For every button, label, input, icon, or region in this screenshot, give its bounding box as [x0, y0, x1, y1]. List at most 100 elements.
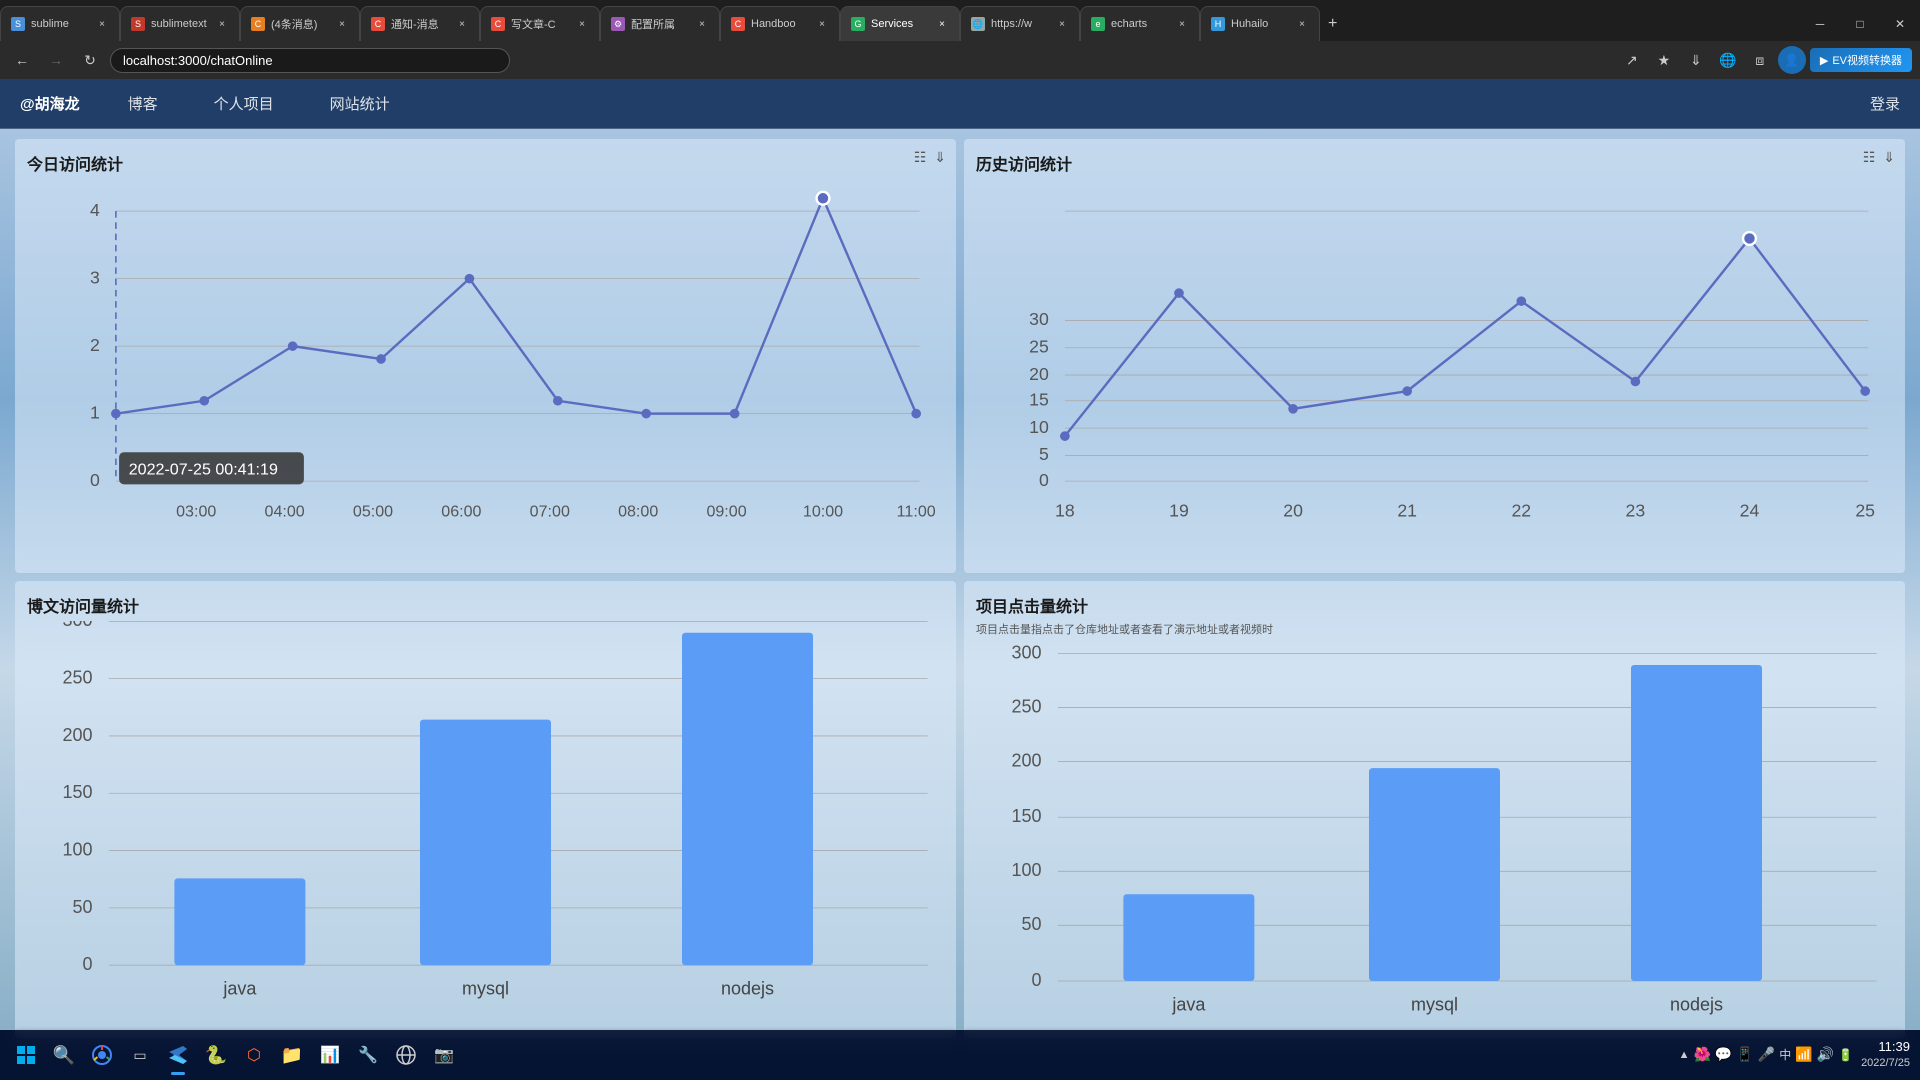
svg-text:300: 300 — [1011, 645, 1041, 662]
tab-1[interactable]: S sublime × — [0, 6, 120, 41]
nav-blog[interactable]: 博客 — [120, 89, 166, 118]
svg-text:100: 100 — [62, 839, 92, 859]
download-icon[interactable]: ⇓ — [1682, 46, 1710, 74]
svg-text:2022-07-25 00:41:19: 2022-07-25 00:41:19 — [129, 461, 278, 479]
svg-text:mysql: mysql — [462, 978, 509, 998]
chrome-taskbar-button[interactable] — [86, 1039, 118, 1071]
tab-8-services[interactable]: G Services × — [840, 6, 960, 41]
svg-text:04:00: 04:00 — [265, 502, 305, 520]
tray-arrow[interactable]: ▲ — [1679, 1049, 1690, 1061]
download-icon-today[interactable]: ⇓ — [934, 149, 946, 166]
taskbar: 🔍 ▭ 🐍 ⬡ 📁 📊 🔧 📷 ▲ 🌺 💬 — [0, 1030, 1920, 1080]
svg-text:24: 24 — [1740, 500, 1760, 520]
user-icon[interactable]: 👤 — [1778, 46, 1806, 74]
svg-text:11:00: 11:00 — [897, 502, 936, 520]
tab-11[interactable]: H Huhailo × — [1200, 6, 1320, 41]
browser-icon[interactable]: 🌐 — [1714, 46, 1742, 74]
svg-text:0: 0 — [1031, 970, 1041, 990]
search-taskbar-button[interactable]: 🔍 — [48, 1039, 80, 1071]
tray-icon-3: 📱 — [1736, 1046, 1753, 1063]
svg-text:05:00: 05:00 — [353, 502, 393, 520]
new-tab-button[interactable]: + — [1320, 6, 1345, 41]
svg-text:0: 0 — [82, 954, 92, 974]
camera-taskbar-button[interactable]: 📷 — [428, 1039, 460, 1071]
toolbar-right: ↗ ★ ⇓ 🌐 ⧈ 👤 ▶ EV视频转换器 — [1618, 46, 1912, 74]
today-visits-title: 今日访问统计 — [27, 151, 944, 175]
explorer-taskbar-button[interactable]: 📁 — [276, 1039, 308, 1071]
share-icon[interactable]: ↗ — [1618, 46, 1646, 74]
pycharm-taskbar-button[interactable]: 🐍 — [200, 1039, 232, 1071]
svg-text:java: java — [222, 978, 257, 998]
close-button[interactable]: ✕ — [1880, 6, 1920, 41]
nav-stats[interactable]: 网站统计 — [322, 89, 398, 118]
svg-text:18: 18 — [1055, 500, 1075, 520]
network-icon[interactable]: 📶 — [1795, 1046, 1812, 1063]
svg-text:09:00: 09:00 — [706, 502, 746, 520]
svg-text:20: 20 — [1029, 364, 1049, 384]
ev-converter-button[interactable]: ▶ EV视频转换器 — [1810, 48, 1912, 72]
svg-text:50: 50 — [1021, 914, 1041, 934]
date-display: 2022/7/25 — [1861, 1056, 1910, 1071]
browser-chrome: S sublime × S sublimetext × C (4条消息) × C… — [0, 0, 1920, 79]
tab-9[interactable]: 🌐 https://w × — [960, 6, 1080, 41]
nav-projects[interactable]: 个人项目 — [206, 89, 282, 118]
tab-bar: S sublime × S sublimetext × C (4条消息) × C… — [0, 0, 1920, 41]
tab-6[interactable]: ⚙ 配置所属 × — [600, 6, 720, 41]
chart-icons-history: ☷ ⇓ — [1863, 149, 1895, 166]
project-clicks-chart: 0 50 100 150 200 250 300 java mysql node… — [976, 645, 1893, 1039]
tab-10[interactable]: e echarts × — [1080, 6, 1200, 41]
project-clicks-subtitle: 项目点击量指点击了仓库地址或者查看了演示地址或者视频时 — [976, 621, 1893, 637]
tab-4[interactable]: C 通知-消息 × — [360, 6, 480, 41]
history-visits-title: 历史访问统计 — [976, 151, 1893, 175]
svg-text:100: 100 — [1011, 860, 1041, 880]
sublime-taskbar-button[interactable]: ⬡ — [238, 1039, 270, 1071]
today-visits-chart: 4 3 2 1 0 03:00 04:00 05:00 06:00 07:00 … — [27, 179, 944, 549]
svg-text:20: 20 — [1283, 500, 1303, 520]
excel-taskbar-button[interactable]: 📊 — [314, 1039, 346, 1071]
back-button[interactable]: ← — [8, 46, 36, 74]
extension-icon[interactable]: ⧈ — [1746, 46, 1774, 74]
restore-button[interactable]: □ — [1840, 6, 1880, 41]
browser2-taskbar-button[interactable] — [390, 1039, 422, 1071]
blog-visits-panel: 博文访问量统计 0 50 100 150 200 250 300 — [15, 581, 956, 1039]
minimize-button[interactable]: ─ — [1800, 6, 1840, 41]
refresh-button[interactable]: ↻ — [76, 46, 104, 74]
tray-mic[interactable]: 🎤 — [1758, 1046, 1775, 1063]
taskbar-time[interactable]: 11:39 2022/7/25 — [1861, 1038, 1910, 1072]
svg-text:200: 200 — [1011, 750, 1041, 770]
svg-text:25: 25 — [1029, 337, 1049, 357]
vscode-taskbar-button[interactable] — [162, 1039, 194, 1071]
download-icon-history[interactable]: ⇓ — [1883, 149, 1895, 166]
svg-text:03:00: 03:00 — [176, 502, 216, 520]
volume-icon[interactable]: 🔊 — [1817, 1046, 1834, 1063]
lang-indicator[interactable]: 中 — [1779, 1046, 1791, 1063]
bookmark-icon[interactable]: ★ — [1650, 46, 1678, 74]
app-navigation: @胡海龙 博客 个人项目 网站统计 登录 — [0, 79, 1920, 129]
terminal-taskbar-button[interactable]: ▭ — [124, 1039, 156, 1071]
address-bar: ← → ↻ ↗ ★ ⇓ 🌐 ⧈ 👤 ▶ EV视频转换器 — [0, 41, 1920, 79]
tab-2[interactable]: S sublimetext × — [120, 6, 240, 41]
tray-icon-1: 🌺 — [1693, 1046, 1710, 1063]
svg-text:1: 1 — [90, 402, 100, 422]
nav-login[interactable]: 登录 — [1870, 93, 1900, 114]
tab-3[interactable]: C (4条消息) × — [240, 6, 360, 41]
project-clicks-panel: 项目点击量统计 项目点击量指点击了仓库地址或者查看了演示地址或者视频时 0 50… — [964, 581, 1905, 1039]
svg-text:java: java — [1171, 994, 1206, 1014]
today-visits-panel: 今日访问统计 ☷ ⇓ 4 3 2 1 0 03:00 04 — [15, 139, 956, 573]
start-button[interactable] — [10, 1039, 42, 1071]
settings-taskbar-button[interactable]: 🔧 — [352, 1039, 384, 1071]
table-icon-history[interactable]: ☷ — [1863, 149, 1876, 166]
address-input[interactable] — [110, 48, 510, 73]
ev-icon: ▶ — [1820, 54, 1828, 67]
forward-button[interactable]: → — [42, 46, 70, 74]
system-tray: ▲ 🌺 💬 📱 🎤 中 📶 🔊 🔋 — [1679, 1046, 1853, 1063]
svg-text:08:00: 08:00 — [618, 502, 658, 520]
svg-text:25: 25 — [1855, 500, 1875, 520]
table-icon-today[interactable]: ☷ — [914, 149, 927, 166]
tab-7[interactable]: C Handboo × — [720, 6, 840, 41]
svg-text:nodejs: nodejs — [1670, 994, 1723, 1014]
svg-text:19: 19 — [1169, 500, 1189, 520]
history-visits-panel: 历史访问统计 ☷ ⇓ 0 5 10 15 20 25 — [964, 139, 1905, 573]
tab-5[interactable]: C 写文章-C × — [480, 6, 600, 41]
svg-text:250: 250 — [62, 667, 92, 687]
